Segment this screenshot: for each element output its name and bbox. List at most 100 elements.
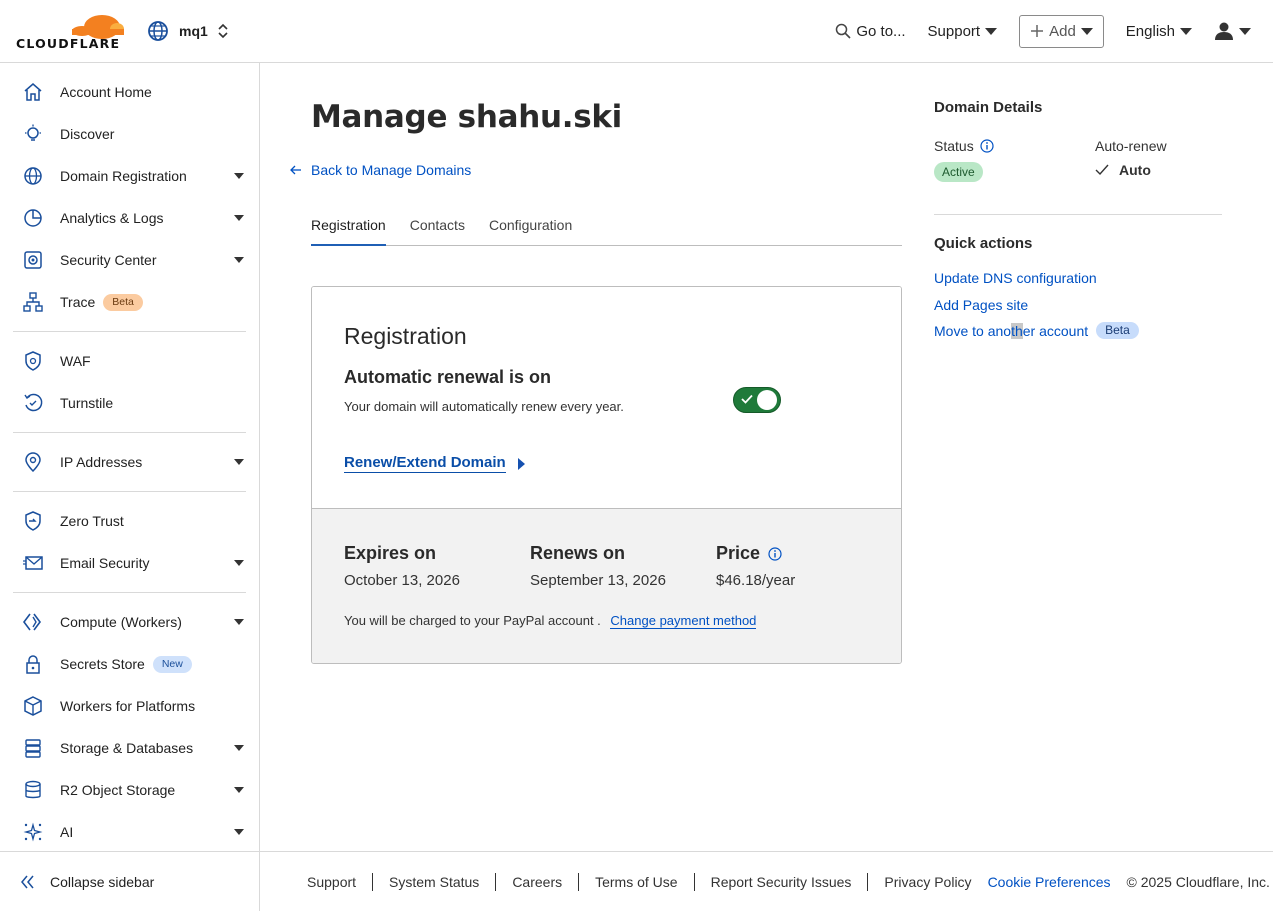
update-dns-link[interactable]: Update DNS configuration xyxy=(934,270,1097,286)
renew-extend-label: Renew/Extend Domain xyxy=(344,454,506,473)
database-icon xyxy=(25,780,41,799)
goto-search[interactable]: Go to... xyxy=(835,23,906,40)
info-icon[interactable] xyxy=(768,546,782,561)
card-title: Registration xyxy=(344,323,467,349)
sidebar-item-email-security[interactable]: Email Security xyxy=(0,542,259,584)
sidebar-item-account-home[interactable]: Account Home xyxy=(0,71,259,113)
collapse-sidebar-button[interactable]: Collapse sidebar xyxy=(0,851,259,911)
pie-chart-icon xyxy=(24,209,42,227)
caret-down-icon xyxy=(234,560,244,566)
caret-down-icon xyxy=(234,787,244,793)
location-pin-icon xyxy=(25,452,41,472)
globe-icon xyxy=(148,21,168,41)
footer-cookie-preferences-link[interactable]: Cookie Preferences xyxy=(988,874,1127,890)
footer-copyright: © 2025 Cloudflare, Inc. xyxy=(1126,873,1270,890)
info-icon[interactable] xyxy=(980,139,994,153)
lock-icon xyxy=(26,655,40,674)
sidebar-item-label: WAF xyxy=(60,353,91,369)
tab-configuration[interactable]: Configuration xyxy=(489,209,572,246)
registration-card-details: Expires on October 13, 2026 Renews on Se… xyxy=(312,509,901,663)
ai-sparkle-icon xyxy=(23,822,43,842)
language-label: English xyxy=(1125,22,1175,40)
collapse-sidebar-label: Collapse sidebar xyxy=(50,873,155,890)
support-label: Support xyxy=(927,22,981,40)
sidebar-divider xyxy=(13,592,246,593)
sidebar-divider xyxy=(13,432,246,433)
sidebar-item-ip-addresses[interactable]: IP Addresses xyxy=(0,441,259,483)
tab-registration[interactable]: Registration xyxy=(311,209,386,246)
zero-trust-icon xyxy=(25,511,41,531)
email-icon xyxy=(23,556,43,570)
sidebar-item-label: R2 Object Storage xyxy=(60,782,176,798)
caret-down-icon xyxy=(234,829,244,835)
footer-support-link[interactable]: Support xyxy=(307,872,374,891)
lightbulb-icon xyxy=(25,124,41,141)
sidebar-item-trace[interactable]: Trace Beta xyxy=(0,281,259,323)
sidebar-item-storage-databases[interactable]: Storage & Databases xyxy=(0,727,259,769)
registration-card: Registration Automatic renewal is on You… xyxy=(311,286,902,664)
beta-badge: Beta xyxy=(1096,322,1139,339)
sidebar-item-label: Secrets Store xyxy=(60,656,145,672)
expires-column: Expires on October 13, 2026 xyxy=(344,543,460,589)
footer-terms-link[interactable]: Terms of Use xyxy=(579,872,695,891)
add-pages-site-link[interactable]: Add Pages site xyxy=(934,297,1028,313)
move-to-another-account-link[interactable]: Move to ano th er account Beta xyxy=(934,322,1139,339)
language-menu[interactable]: English xyxy=(1126,23,1192,40)
sidebar-item-discover[interactable]: Discover xyxy=(0,113,259,155)
support-menu[interactable]: Support xyxy=(928,23,998,40)
auto-renew-text: Auto xyxy=(1119,162,1151,178)
renews-value: September 13, 2026 xyxy=(530,572,666,589)
caret-down-icon xyxy=(1239,27,1251,35)
auto-renew-toggle[interactable] xyxy=(733,387,781,413)
tab-contacts[interactable]: Contacts xyxy=(410,209,465,246)
caret-down-icon xyxy=(1080,27,1093,35)
check-icon xyxy=(741,394,753,404)
sidebar-item-ai[interactable]: AI xyxy=(0,811,259,853)
home-icon xyxy=(24,83,42,101)
sidebar-item-analytics-logs[interactable]: Analytics & Logs xyxy=(0,197,259,239)
status-label-row: Status xyxy=(934,138,994,154)
sidebar-item-label: IP Addresses xyxy=(60,454,143,470)
footer-privacy-link[interactable]: Privacy Policy xyxy=(868,873,987,891)
change-payment-method-link[interactable]: Change payment method xyxy=(610,613,757,629)
sidebar-item-workers-for-platforms[interactable]: Workers for Platforms xyxy=(0,685,259,727)
user-menu[interactable] xyxy=(1214,21,1251,41)
cloud-logo-icon xyxy=(72,15,124,39)
sidebar-item-zero-trust[interactable]: Zero Trust xyxy=(0,500,259,542)
sidebar-item-turnstile[interactable]: Turnstile xyxy=(0,382,259,424)
back-link-label: Back to Manage Domains xyxy=(311,162,472,178)
price-label: Price xyxy=(716,543,761,563)
sidebar-item-label: Email Security xyxy=(60,555,150,571)
sidebar-item-r2-object-storage[interactable]: R2 Object Storage xyxy=(0,769,259,811)
back-to-manage-domains-link[interactable]: Back to Manage Domains xyxy=(290,162,471,178)
price-heading: Price xyxy=(716,543,795,564)
footer-system-status-link[interactable]: System Status xyxy=(373,872,497,891)
sidebar-item-label: Security Center xyxy=(60,252,157,268)
caret-down-icon xyxy=(985,27,998,35)
footer-report-security-link[interactable]: Report Security Issues xyxy=(695,872,869,891)
cube-icon xyxy=(24,696,42,716)
sidebar-item-security-center[interactable]: Security Center xyxy=(0,239,259,281)
sidebar-item-label: Trace xyxy=(60,294,96,310)
caret-down-icon xyxy=(234,619,244,625)
header-actions: Go to... Support Add English xyxy=(813,14,1251,48)
auto-renew-value: Auto xyxy=(1095,162,1151,178)
sidebar-item-secrets-store[interactable]: Secrets Store New xyxy=(0,643,259,685)
sidebar-item-label: Turnstile xyxy=(60,395,114,411)
add-button[interactable]: Add xyxy=(1019,14,1104,48)
beta-badge: Beta xyxy=(103,293,143,311)
search-icon xyxy=(836,23,851,39)
footer-careers-link[interactable]: Careers xyxy=(496,872,580,891)
sidebar-item-compute-workers[interactable]: Compute (Workers) xyxy=(0,601,259,643)
cloudflare-logo[interactable]: CLOUDFLARE xyxy=(16,11,124,51)
page-title: Manage shahu.ski xyxy=(311,99,623,135)
add-label: Add xyxy=(1049,22,1076,40)
sidebar-item-domain-registration[interactable]: Domain Registration xyxy=(0,155,259,197)
sidebar-item-label: Zero Trust xyxy=(60,513,124,529)
payment-note: You will be charged to your PayPal accou… xyxy=(344,613,757,629)
renew-extend-domain-link[interactable]: Renew/Extend Domain xyxy=(344,454,525,473)
sidebar-item-waf[interactable]: WAF xyxy=(0,340,259,382)
globe-icon xyxy=(24,167,42,185)
sidebar-nav: Account Home Discover Domain Registratio… xyxy=(0,71,259,853)
account-switcher[interactable]: mq1 xyxy=(147,20,230,42)
